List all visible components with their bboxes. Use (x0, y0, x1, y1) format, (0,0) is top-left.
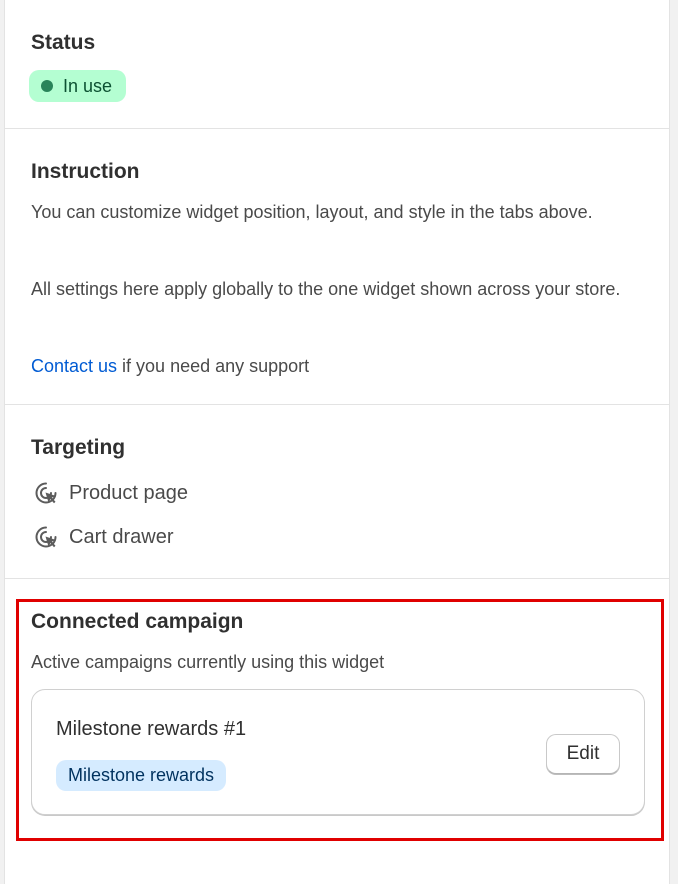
campaign-type-badge: Milestone rewards (56, 760, 227, 791)
edit-campaign-button[interactable]: Edit (546, 734, 620, 774)
status-badge-label: In use (63, 75, 113, 96)
cursor-target-icon (33, 480, 59, 506)
support-line: Contact us if you need any support (31, 353, 631, 379)
instruction-section: Instruction You can customize widget pos… (5, 129, 669, 405)
targeting-item-label: Cart drawer (69, 525, 174, 548)
campaign-card: Milestone rewards #1 Milestone rewards E… (31, 689, 645, 815)
connected-campaign-heading: Connected campaign (31, 610, 244, 633)
connected-campaign-description: Active campaigns currently using this wi… (31, 652, 385, 672)
targeting-heading: Targeting (31, 436, 126, 459)
targeting-item-product-page: Product page (33, 480, 188, 506)
targeting-item-cart-drawer: Cart drawer (33, 524, 173, 550)
targeting-item-label: Product page (69, 481, 188, 504)
status-dot-icon (41, 80, 53, 92)
widget-sidebar-panel: Status In use Instruction You can custom… (4, 0, 670, 884)
instruction-heading: Instruction (31, 160, 140, 183)
status-section: Status In use (5, 0, 669, 129)
instruction-paragraph-1: You can customize widget position, layou… (31, 202, 593, 222)
instruction-paragraph-2: All settings here apply globally to the … (31, 279, 621, 299)
support-line-suffix: if you need any support (117, 356, 310, 376)
connected-campaign-section: Connected campaign Active campaigns curr… (5, 579, 669, 884)
targeting-section: Targeting Product page Cart drawer (5, 405, 669, 579)
status-badge: In use (29, 70, 127, 102)
cursor-target-icon (33, 524, 59, 550)
status-heading: Status (31, 31, 96, 54)
contact-us-link[interactable]: Contact us (31, 356, 117, 376)
campaign-name: Milestone rewards #1 (56, 718, 247, 740)
